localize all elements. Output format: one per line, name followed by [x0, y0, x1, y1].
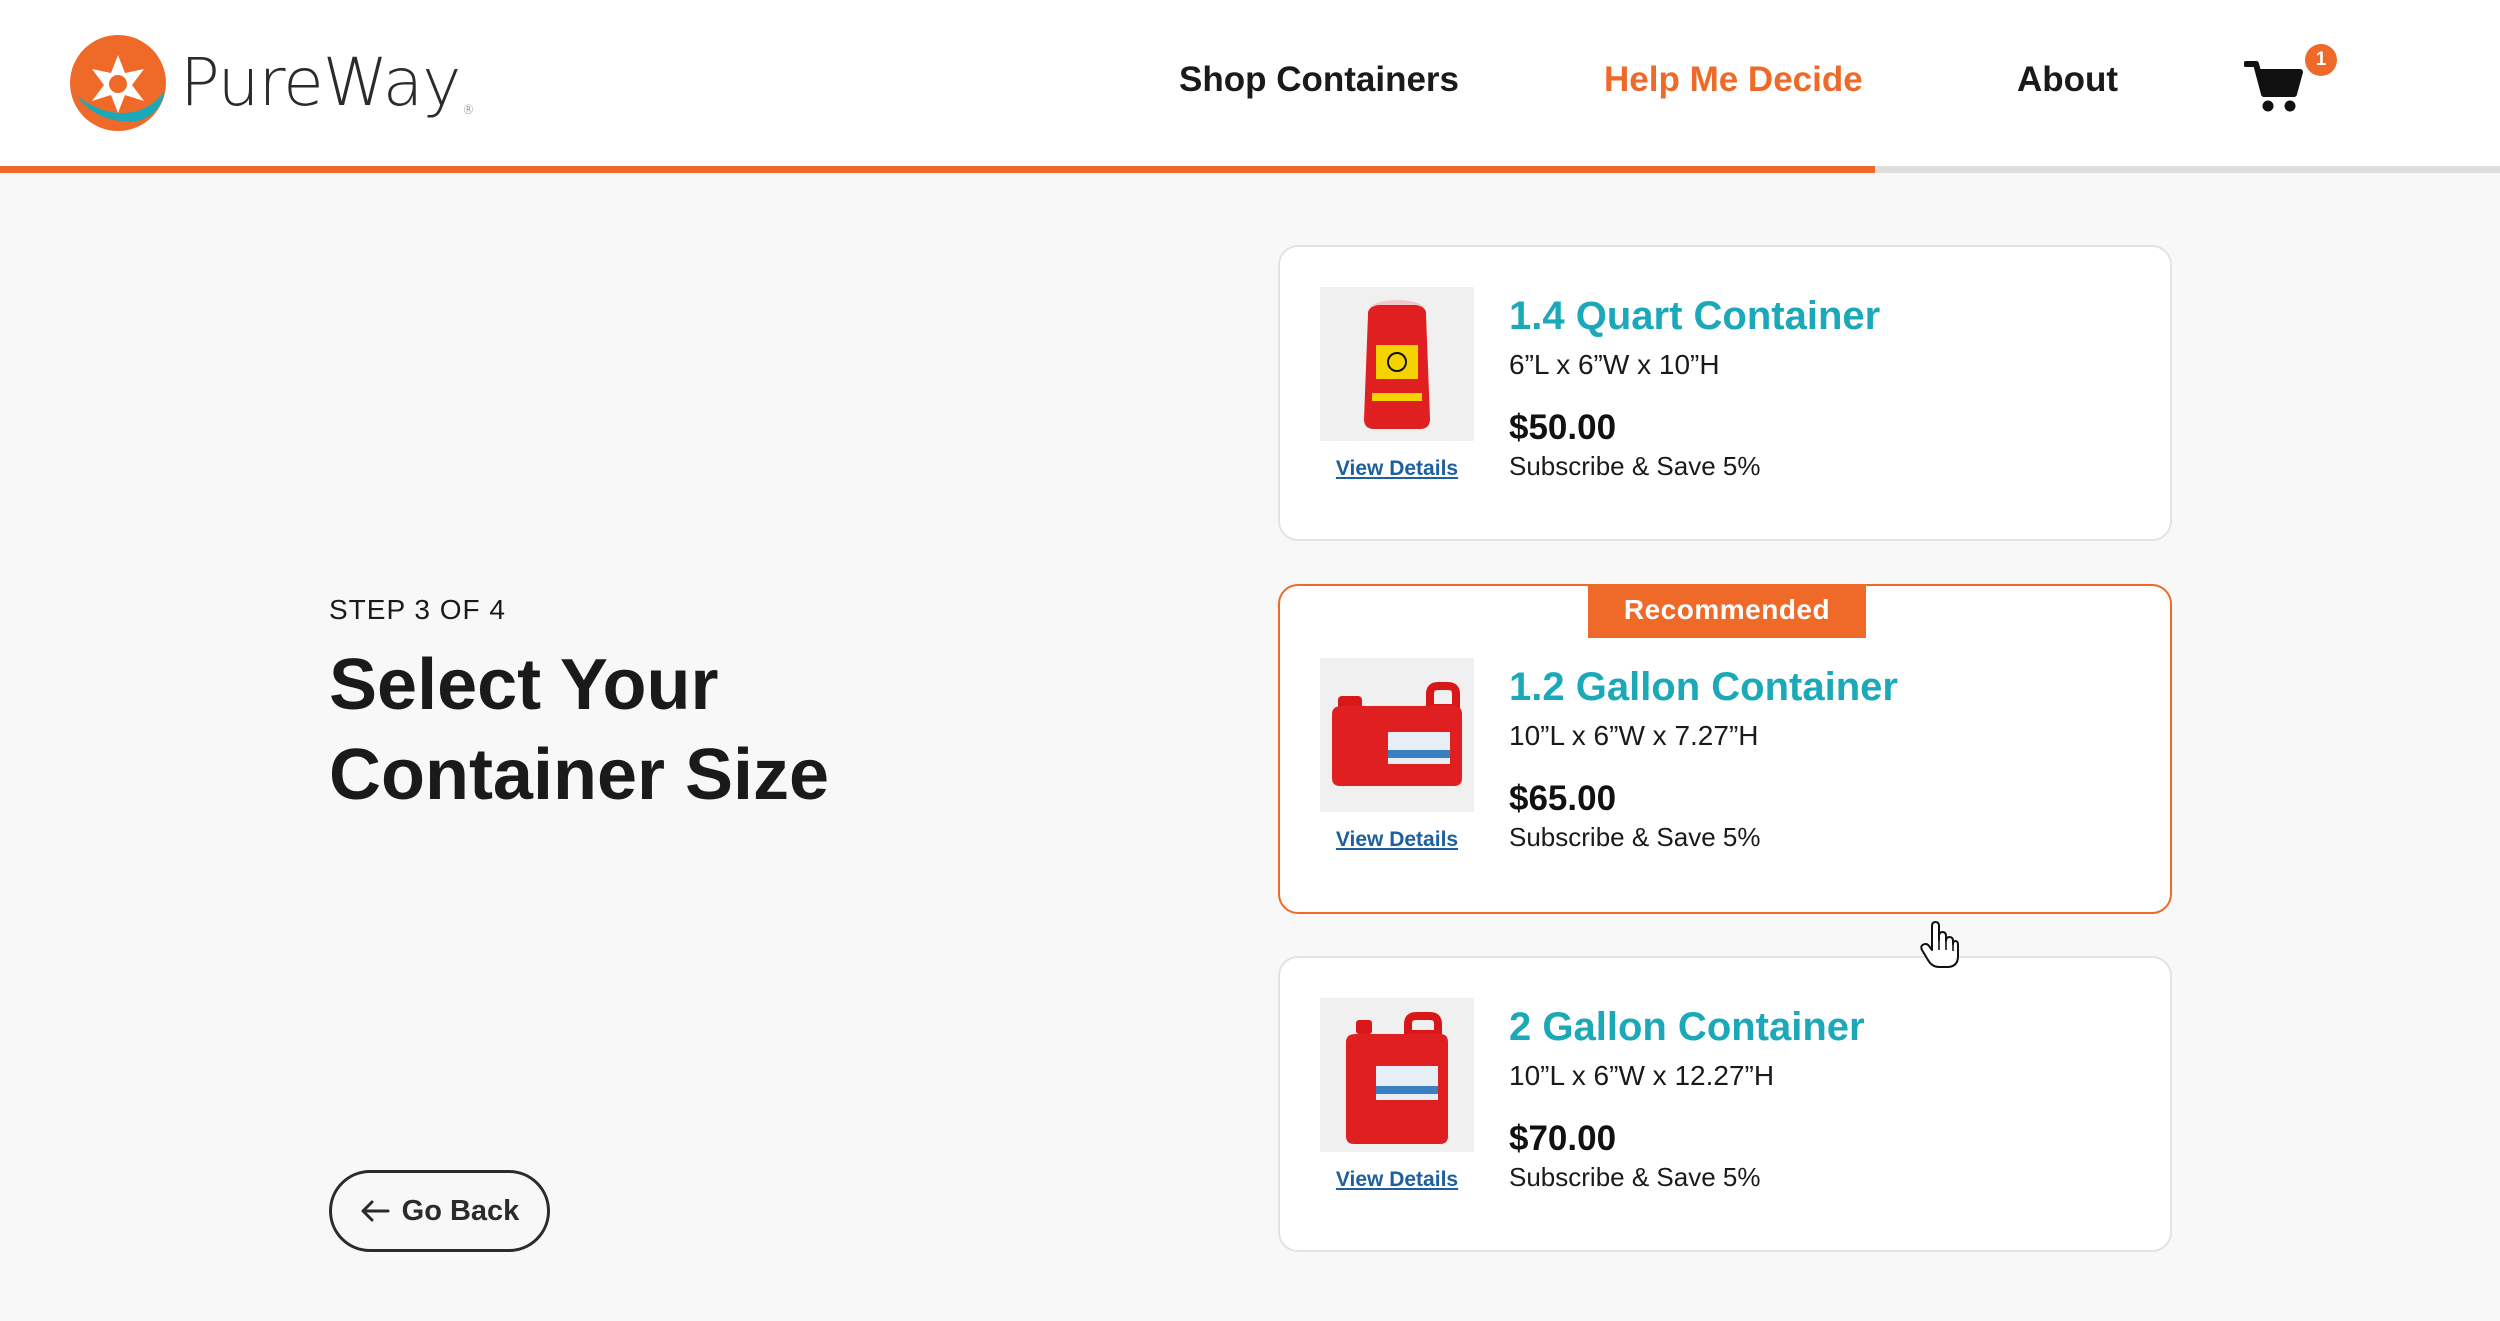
progress-bar — [0, 166, 2500, 173]
container-price: $65.00 — [1509, 779, 1617, 818]
container-card-1-4-quart[interactable]: View Details 1.4 Quart Container 6”L x 6… — [1278, 245, 2172, 541]
nav-about[interactable]: About — [2017, 60, 2118, 110]
container-card-2-gallon[interactable]: View Details 2 Gallon Container 10”L x 6… — [1278, 956, 2172, 1252]
container-price: $50.00 — [1509, 408, 1617, 447]
view-details-link[interactable]: View Details — [1320, 828, 1474, 852]
recommended-badge: Recommended — [1588, 584, 1866, 638]
page-title: Select Your Container Size — [329, 645, 830, 815]
cart-count-badge: 1 — [2305, 44, 2337, 76]
sharps-container-large-image — [1320, 998, 1474, 1152]
container-dimensions: 6”L x 6”W x 10”H — [1509, 349, 1720, 380]
view-details-link[interactable]: View Details — [1320, 1168, 1474, 1192]
arrow-left-icon — [361, 1200, 390, 1222]
nav-help-me-decide[interactable]: Help Me Decide — [1604, 60, 1863, 110]
container-info: 1.2 Gallon Container 10”L x 6”W x 7.27”H… — [1509, 663, 1898, 853]
step-indicator: STEP 3 OF 4 — [329, 594, 506, 625]
container-dimensions: 10”L x 6”W x 7.27”H — [1509, 720, 1759, 751]
go-back-label: Go Back — [401, 1194, 520, 1227]
subscribe-save-text: Subscribe & Save 5% — [1509, 822, 1761, 852]
logo-mark-icon — [70, 35, 166, 131]
sharps-container-medium-image — [1320, 658, 1474, 812]
container-dimensions: 10”L x 6”W x 12.27”H — [1509, 1060, 1775, 1091]
hand-pointer-cursor-icon — [1920, 921, 1959, 968]
container-name: 1.2 Gallon Container — [1509, 665, 1898, 709]
product-image — [1320, 658, 1474, 812]
go-back-button[interactable]: Go Back — [329, 1170, 550, 1252]
subscribe-save-text: Subscribe & Save 5% — [1509, 451, 1761, 481]
nav-shop-containers[interactable]: Shop Containers — [1179, 60, 1459, 110]
subscribe-save-text: Subscribe & Save 5% — [1509, 1162, 1761, 1192]
progress-bar-fill — [0, 166, 1875, 173]
logo[interactable]: PureWay ® — [68, 33, 474, 133]
container-card-1-2-gallon[interactable]: Recommended View Details 1.2 Gallon Cont… — [1278, 584, 2172, 914]
view-details-link[interactable]: View Details — [1320, 457, 1474, 481]
logo-text: PureWay ® — [180, 44, 474, 121]
container-price: $70.00 — [1509, 1119, 1617, 1158]
container-name: 1.4 Quart Container — [1509, 294, 1881, 338]
shopping-cart-icon[interactable] — [2244, 58, 2304, 114]
product-image — [1320, 287, 1474, 441]
container-info: 1.4 Quart Container 6”L x 6”W x 10”H $50… — [1509, 292, 1880, 482]
container-name: 2 Gallon Container — [1509, 1005, 1865, 1049]
sharps-container-small-image — [1320, 287, 1474, 441]
container-info: 2 Gallon Container 10”L x 6”W x 12.27”H … — [1509, 1003, 1865, 1193]
product-image — [1320, 998, 1474, 1152]
site-header: PureWay ® Shop Containers Help Me Decide … — [0, 0, 2500, 166]
